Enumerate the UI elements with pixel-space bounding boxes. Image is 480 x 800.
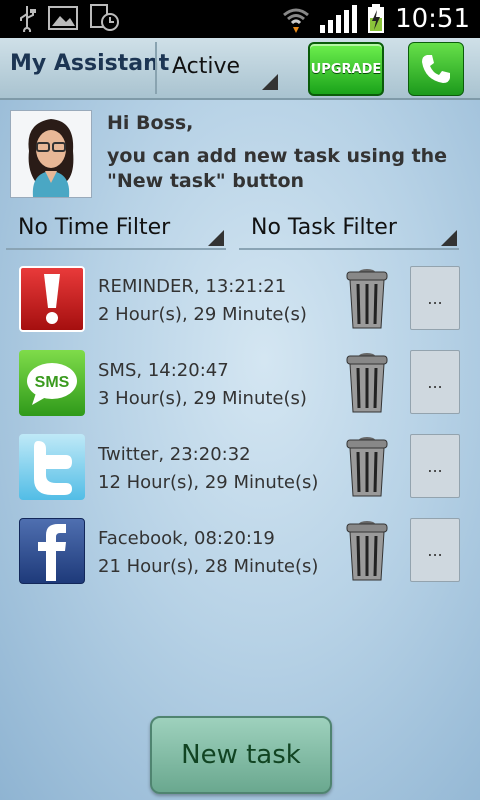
status-dropdown-value: Active bbox=[172, 54, 241, 79]
delete-trash-icon[interactable] bbox=[345, 518, 389, 582]
task-row[interactable]: SMS SMS, 14:20:47 3 Hour(s), 29 Minute(s… bbox=[0, 348, 480, 420]
task-row[interactable]: Facebook, 08:20:19 21 Hour(s), 28 Minute… bbox=[0, 516, 480, 588]
task-filter-value: No Task Filter bbox=[251, 215, 397, 240]
task-remaining: 3 Hour(s), 29 Minute(s) bbox=[98, 388, 307, 409]
task-name: SMS, 14:20:47 bbox=[98, 360, 229, 381]
phone-icon bbox=[422, 55, 450, 83]
task-options-button[interactable]: ... bbox=[410, 266, 460, 330]
title-divider bbox=[155, 42, 157, 94]
dropdown-arrow-icon bbox=[208, 230, 224, 246]
task-options-button[interactable]: ... bbox=[410, 350, 460, 414]
greeting-message: you can add new task using the "New task… bbox=[107, 145, 448, 192]
call-button[interactable] bbox=[408, 42, 464, 96]
delete-trash-icon[interactable] bbox=[345, 434, 389, 498]
dropdown-arrow-icon bbox=[262, 74, 278, 90]
task-name: Facebook, 08:20:19 bbox=[98, 528, 275, 549]
twitter-icon bbox=[19, 434, 85, 500]
upgrade-button[interactable]: UPGRADE bbox=[308, 42, 384, 96]
new-task-button[interactable]: New task bbox=[150, 716, 332, 794]
app-title: My Assistant bbox=[10, 51, 170, 76]
time-filter-value: No Time Filter bbox=[18, 215, 171, 240]
task-row[interactable]: Twitter, 23:20:32 12 Hour(s), 29 Minute(… bbox=[0, 432, 480, 504]
greeting-title: Hi Boss, bbox=[107, 112, 194, 134]
battery-charging-icon bbox=[368, 4, 385, 33]
wifi-icon bbox=[283, 8, 310, 33]
sms-icon: SMS bbox=[19, 350, 85, 416]
time-filter-dropdown[interactable]: No Time Filter bbox=[6, 212, 226, 250]
svg-text:SMS: SMS bbox=[35, 374, 70, 391]
task-options-button[interactable]: ... bbox=[410, 434, 460, 498]
facebook-icon bbox=[19, 518, 85, 584]
assistant-avatar bbox=[10, 110, 92, 198]
status-bar: 10:51 bbox=[0, 0, 480, 38]
task-row[interactable]: REMINDER, 13:21:21 2 Hour(s), 29 Minute(… bbox=[0, 264, 480, 336]
clock-time: 10:51 bbox=[395, 4, 470, 34]
dropdown-arrow-icon bbox=[441, 230, 457, 246]
reminder-icon bbox=[19, 266, 85, 332]
task-name: REMINDER, 13:21:21 bbox=[98, 276, 287, 297]
task-remaining: 21 Hour(s), 28 Minute(s) bbox=[98, 556, 319, 577]
task-options-button[interactable]: ... bbox=[410, 518, 460, 582]
task-remaining: 12 Hour(s), 29 Minute(s) bbox=[98, 472, 319, 493]
status-dropdown[interactable]: Active bbox=[160, 44, 280, 92]
clock-icon bbox=[90, 4, 119, 31]
usb-icon bbox=[20, 6, 36, 32]
task-filter-dropdown[interactable]: No Task Filter bbox=[239, 212, 459, 250]
image-icon bbox=[48, 6, 78, 30]
task-name: Twitter, 23:20:32 bbox=[98, 444, 251, 465]
app-title-bar: My Assistant Active UPGRADE bbox=[0, 38, 480, 100]
delete-trash-icon[interactable] bbox=[345, 266, 389, 330]
delete-trash-icon[interactable] bbox=[345, 350, 389, 414]
task-remaining: 2 Hour(s), 29 Minute(s) bbox=[98, 304, 307, 325]
signal-icon bbox=[320, 5, 358, 33]
